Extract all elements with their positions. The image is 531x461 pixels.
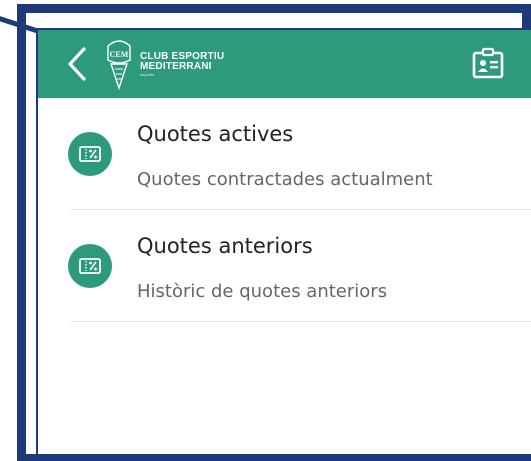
brand-line-1: CLUB ESPORTIU — [140, 50, 225, 62]
divider — [70, 321, 531, 322]
list-item-quotes-actives[interactable]: Quotes actives Quotes contractades actua… — [38, 98, 531, 210]
ticket-percent-icon — [79, 258, 101, 274]
quotes-list: Quotes actives Quotes contractades actua… — [38, 98, 531, 322]
ticket-percent-icon — [79, 146, 101, 162]
member-card-button[interactable] — [471, 47, 505, 81]
club-crest-icon: CEM — [107, 40, 131, 91]
item-icon-badge — [68, 244, 112, 288]
item-icon-badge — [68, 132, 112, 176]
chevron-left-icon — [68, 47, 86, 81]
app-screen: CEM CLUB ESPORTIU MEDITERRANI esportiu Q… — [36, 28, 531, 454]
svg-text:CEM: CEM — [110, 50, 129, 59]
list-item-quotes-anteriors[interactable]: Quotes anteriors Històric de quotes ante… — [38, 210, 531, 322]
item-subtitle: Quotes contractades actualment — [137, 169, 433, 190]
app-bar: CEM CLUB ESPORTIU MEDITERRANI esportiu — [38, 30, 531, 98]
brand-line-3: esportiu — [140, 71, 155, 77]
id-card-icon — [472, 47, 504, 79]
item-subtitle: Històric de quotes anteriors — [137, 281, 388, 302]
brand-line-2: MEDITERRANI — [140, 60, 212, 72]
item-title: Quotes anteriors — [137, 234, 313, 258]
item-title: Quotes actives — [137, 122, 294, 146]
club-logo: CEM CLUB ESPORTIU MEDITERRANI esportiu — [104, 36, 224, 92]
back-button[interactable] — [62, 44, 92, 84]
